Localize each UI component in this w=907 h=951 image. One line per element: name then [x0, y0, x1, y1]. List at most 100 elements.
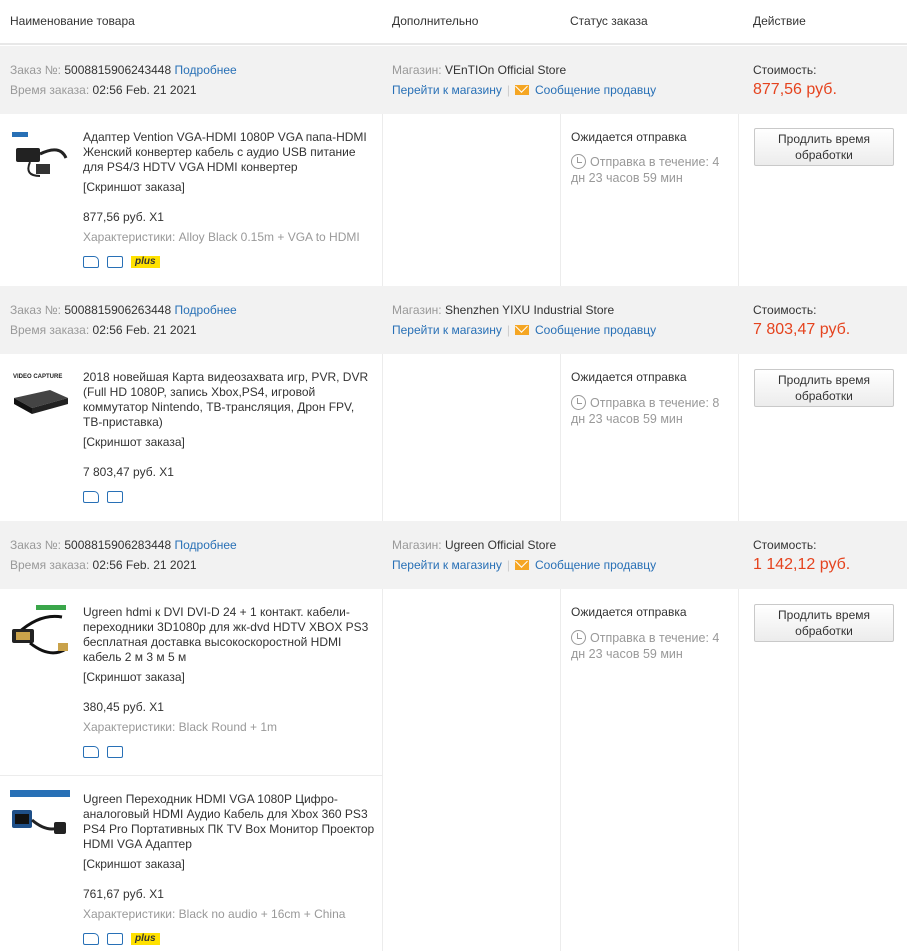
order-status: Ожидается отправка — [571, 605, 687, 619]
separator: | — [506, 558, 510, 572]
item-icons — [83, 744, 131, 758]
column-product: Наименование товара — [10, 14, 135, 28]
order-time-line: Время заказа: 02:56 Feb. 21 2021 — [10, 323, 197, 337]
column-status: Статус заказа — [570, 14, 648, 28]
store-label: Магазин: — [392, 303, 442, 317]
message-seller-link[interactable]: Сообщение продавцу — [535, 558, 656, 572]
store-line: Магазин: Shenzhen YIXU Industrial Store — [392, 303, 614, 317]
store-actions: Перейти к магазину | Сообщение продавцу — [392, 558, 656, 572]
details-link[interactable]: Подробнее — [175, 63, 237, 77]
column-divider — [382, 114, 383, 286]
order-header: Заказ №: 5008815906283448 Подробнее Врем… — [0, 521, 907, 589]
specs-label: Характеристики: — [83, 230, 176, 244]
shipping-time: Отправка в течение: 4 дн 23 часов 59 мин — [571, 631, 720, 661]
clock-icon — [571, 395, 586, 410]
store-name: Shenzhen YIXU Industrial Store — [444, 303, 615, 317]
order-number-line: Заказ №: 5008815906283448 Подробнее — [10, 538, 237, 552]
order-cost: 877,56 руб. — [753, 81, 837, 98]
product-thumbnail[interactable] — [10, 128, 70, 188]
column-divider — [560, 354, 561, 521]
item-specs: Характеристики: Alloy Black 0.15m + VGA … — [83, 230, 360, 244]
specs-label: Характеристики: — [83, 720, 176, 734]
order-time: 02:56 Feb. 21 2021 — [92, 323, 197, 337]
order-number: 5008815906263448 — [64, 303, 172, 317]
order-time-line: Время заказа: 02:56 Feb. 21 2021 — [10, 558, 197, 572]
product-thumbnail[interactable] — [10, 603, 70, 663]
order-status: Ожидается отправка — [571, 370, 687, 384]
mail-icon — [515, 325, 529, 335]
item-specs: Характеристики: Black no audio + 16cm + … — [83, 907, 345, 921]
column-divider — [560, 114, 561, 286]
snapshot-link[interactable]: [Скриншот заказа] — [83, 857, 185, 871]
truck-icon[interactable] — [83, 932, 99, 945]
product-title-link[interactable]: Ugreen Переходник HDMI VGA 1080P Цифро-а… — [83, 792, 375, 852]
store-name: Ugreen Official Store — [444, 538, 557, 552]
product-thumbnail[interactable]: VIDEO CAPTURE — [10, 368, 70, 428]
order-cost: 7 803,47 руб. — [753, 321, 851, 338]
shipping-countdown: Отправка в течение: 4 дн 23 часов 59 мин — [571, 154, 736, 186]
product-title-link[interactable]: Ugreen hdmi к DVI DVI-D 24 + 1 контакт. … — [83, 605, 375, 665]
product-thumbnail[interactable] — [10, 790, 70, 850]
item-price: 761,67 руб. X1 — [83, 887, 164, 901]
column-divider — [382, 354, 383, 521]
column-divider — [738, 589, 739, 951]
truck-icon[interactable] — [83, 255, 99, 268]
return-icon[interactable] — [107, 490, 123, 503]
order-number-label: Заказ №: — [10, 63, 62, 77]
cost-label: Стоимость: — [753, 63, 817, 77]
item-icons: plus — [83, 254, 160, 268]
column-divider — [560, 589, 561, 951]
order-number: 5008815906283448 — [64, 538, 172, 552]
order-time-label: Время заказа: — [10, 83, 90, 97]
specs-value: Alloy Black 0.15m + VGA to HDMI — [178, 230, 360, 244]
truck-icon[interactable] — [83, 490, 99, 503]
store-actions: Перейти к магазину | Сообщение продавцу — [392, 83, 656, 97]
order-cost: 1 142,12 руб. — [753, 556, 851, 573]
extend-processing-button[interactable]: Продлить время обработки — [754, 128, 894, 166]
details-link[interactable]: Подробнее — [175, 538, 237, 552]
extend-processing-button[interactable]: Продлить время обработки — [754, 369, 894, 407]
table-header: Наименование товара Дополнительно Статус… — [0, 0, 907, 45]
order-time: 02:56 Feb. 21 2021 — [92, 558, 197, 572]
store-label: Магазин: — [392, 538, 442, 552]
snapshot-link[interactable]: [Скриншот заказа] — [83, 670, 185, 684]
order-status: Ожидается отправка — [571, 130, 687, 144]
order-number: 5008815906243448 — [64, 63, 172, 77]
specs-value: Black no audio + 16cm + China — [178, 907, 346, 921]
snapshot-link[interactable]: [Скриншот заказа] — [83, 435, 185, 449]
return-icon[interactable] — [107, 932, 123, 945]
order-header: Заказ №: 5008815906243448 Подробнее Врем… — [0, 46, 907, 114]
go-to-store-link[interactable]: Перейти к магазину — [392, 323, 502, 337]
truck-icon[interactable] — [83, 745, 99, 758]
extend-processing-button[interactable]: Продлить время обработки — [754, 604, 894, 642]
clock-icon — [571, 630, 586, 645]
product-title-link[interactable]: 2018 новейшая Карта видеозахвата игр, PV… — [83, 370, 375, 430]
specs-value: Black Round + 1m — [178, 720, 278, 734]
separator: | — [506, 83, 510, 97]
column-action: Действие — [753, 14, 806, 28]
store-line: Магазин: VEnTIOn Official Store — [392, 63, 566, 77]
shipping-time: Отправка в течение: 4 дн 23 часов 59 мин — [571, 155, 720, 185]
order-number-line: Заказ №: 5008815906243448 Подробнее — [10, 63, 237, 77]
product-title-link[interactable]: Адаптер Vention VGA-HDMI 1080P VGA папа-… — [83, 130, 375, 175]
item-specs: Характеристики: Black Round + 1m — [83, 720, 277, 734]
specs-label: Характеристики: — [83, 907, 176, 921]
item-price: 7 803,47 руб. X1 — [83, 465, 174, 479]
message-seller-link[interactable]: Сообщение продавцу — [535, 83, 656, 97]
return-icon[interactable] — [107, 745, 123, 758]
cost-label: Стоимость: — [753, 303, 817, 317]
thumbnail-caption: VIDEO CAPTURE — [13, 374, 62, 380]
message-seller-link[interactable]: Сообщение продавцу — [535, 323, 656, 337]
mail-icon — [515, 560, 529, 570]
order-header: Заказ №: 5008815906263448 Подробнее Врем… — [0, 286, 907, 354]
go-to-store-link[interactable]: Перейти к магазину — [392, 558, 502, 572]
column-divider — [738, 114, 739, 286]
details-link[interactable]: Подробнее — [175, 303, 237, 317]
item-price: 380,45 руб. X1 — [83, 700, 164, 714]
go-to-store-link[interactable]: Перейти к магазину — [392, 83, 502, 97]
order-time-label: Время заказа: — [10, 558, 90, 572]
return-icon[interactable] — [107, 255, 123, 268]
order-time-label: Время заказа: — [10, 323, 90, 337]
clock-icon — [571, 154, 586, 169]
snapshot-link[interactable]: [Скриншот заказа] — [83, 180, 185, 194]
